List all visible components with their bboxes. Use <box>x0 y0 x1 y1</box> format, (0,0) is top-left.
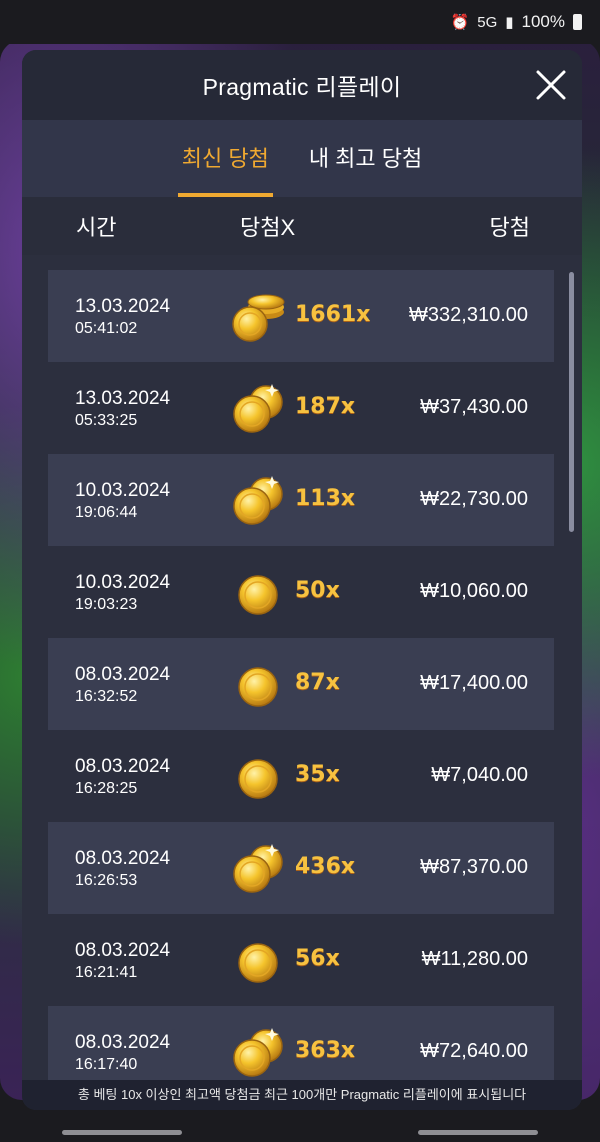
row-win-amount: ₩87,370.00 <box>420 856 528 878</box>
row-win-amount: ₩22,730.00 <box>420 488 528 510</box>
row-date: 08.03.2024 <box>75 756 171 777</box>
tab-latest-wins[interactable]: 최신 당첨 <box>177 141 273 197</box>
list-item[interactable]: 10.03.2024 19:06:44 113x ₩22,730.00 <box>48 454 554 546</box>
tab-bar: 최신 당첨 내 최고 당첨 <box>22 120 582 197</box>
coin-pair-icon <box>228 840 288 898</box>
coin-icon <box>228 656 288 714</box>
column-header: 시간 당첨X 당첨 <box>22 197 582 255</box>
nav-back-gesture[interactable] <box>62 1130 182 1135</box>
row-multiplier: 35x <box>295 762 340 787</box>
row-multiplier: 436x <box>295 854 356 879</box>
row-win-amount: ₩332,310.00 <box>409 304 528 326</box>
row-time: 05:33:25 <box>75 412 138 429</box>
modal-header: Pragmatic 리플레이 <box>22 50 582 120</box>
replay-modal: Pragmatic 리플레이 최신 당첨 내 최고 당첨 시간 당첨X 당첨 1… <box>22 50 582 1110</box>
close-icon[interactable] <box>534 68 568 102</box>
list-item[interactable]: 08.03.2024 16:32:52 87x ₩17,400.00 <box>48 638 554 730</box>
battery-text: 100% <box>521 12 565 31</box>
row-multiplier: 187x <box>295 394 356 419</box>
row-time: 16:21:41 <box>75 964 138 981</box>
list-item[interactable]: 13.03.2024 05:41:02 1661x ₩332,310.00 <box>48 270 554 362</box>
alarm-icon: ⏰ <box>450 14 470 31</box>
nav-home-gesture[interactable] <box>418 1130 538 1135</box>
coin-icon <box>228 564 288 622</box>
network-icon: 5G <box>477 13 498 31</box>
row-date: 08.03.2024 <box>75 940 171 961</box>
row-multiplier: 1661x <box>295 302 371 327</box>
list-item[interactable]: 10.03.2024 19:03:23 50x ₩10,060.00 <box>48 546 554 638</box>
coin-pair-icon <box>228 380 288 438</box>
scrollbar[interactable] <box>569 272 574 532</box>
signal-icon: ▮ <box>505 14 514 31</box>
row-multiplier: 50x <box>295 578 340 603</box>
row-win-amount: ₩11,280.00 <box>421 948 528 970</box>
list-item[interactable]: 08.03.2024 16:26:53 436x ₩87,370.00 <box>48 822 554 914</box>
status-bar: ⏰ 5G ▮ 100% <box>0 0 600 44</box>
row-time: 19:06:44 <box>75 504 138 521</box>
row-time: 16:17:40 <box>75 1056 138 1073</box>
coin-pair-icon <box>228 472 288 530</box>
row-date: 13.03.2024 <box>75 388 171 409</box>
row-date: 10.03.2024 <box>75 572 171 593</box>
row-time: 05:41:02 <box>75 320 138 337</box>
coin-pair-icon <box>228 1024 288 1082</box>
coin-icon <box>228 932 288 990</box>
battery-icon <box>573 14 582 30</box>
modal-title: Pragmatic 리플레이 <box>202 74 402 100</box>
list-item[interactable]: 08.03.2024 16:28:25 35x ₩7,040.00 <box>48 730 554 822</box>
row-multiplier: 113x <box>295 486 356 511</box>
coin-icon <box>228 748 288 806</box>
row-date: 08.03.2024 <box>75 1032 171 1053</box>
list-item[interactable]: 13.03.2024 05:33:25 187x ₩37,430.00 <box>48 362 554 454</box>
row-date: 08.03.2024 <box>75 664 171 685</box>
row-win-amount: ₩7,040.00 <box>431 764 528 786</box>
tab-my-best-wins[interactable]: 내 최고 당첨 <box>307 141 424 197</box>
row-time: 16:32:52 <box>75 688 138 705</box>
column-time: 시간 <box>76 215 117 240</box>
row-multiplier: 87x <box>295 670 340 695</box>
row-multiplier: 363x <box>295 1038 356 1063</box>
system-nav-bar <box>0 1118 600 1142</box>
column-win: 당첨 <box>489 215 530 240</box>
row-time: 19:03:23 <box>75 596 138 613</box>
row-win-amount: ₩72,640.00 <box>420 1040 528 1062</box>
row-date: 10.03.2024 <box>75 480 171 501</box>
row-win-amount: ₩37,430.00 <box>420 396 528 418</box>
footer-note: 총 베팅 10x 이상인 최고액 당첨금 최근 100개만 Pragmatic … <box>22 1080 582 1110</box>
row-win-amount: ₩10,060.00 <box>420 580 528 602</box>
replay-list: 13.03.2024 05:41:02 1661x ₩332,310.00 13.03… <box>48 270 554 1098</box>
column-multiplier: 당첨X <box>240 215 296 240</box>
list-item[interactable]: 08.03.2024 16:21:41 56x ₩11,280.00 <box>48 914 554 1006</box>
row-time: 16:28:25 <box>75 780 138 797</box>
row-multiplier: 56x <box>295 946 340 971</box>
coin-stack-icon <box>228 288 288 346</box>
row-win-amount: ₩17,400.00 <box>420 672 528 694</box>
row-time: 16:26:53 <box>75 872 138 889</box>
row-date: 08.03.2024 <box>75 848 171 869</box>
row-date: 13.03.2024 <box>75 296 171 317</box>
